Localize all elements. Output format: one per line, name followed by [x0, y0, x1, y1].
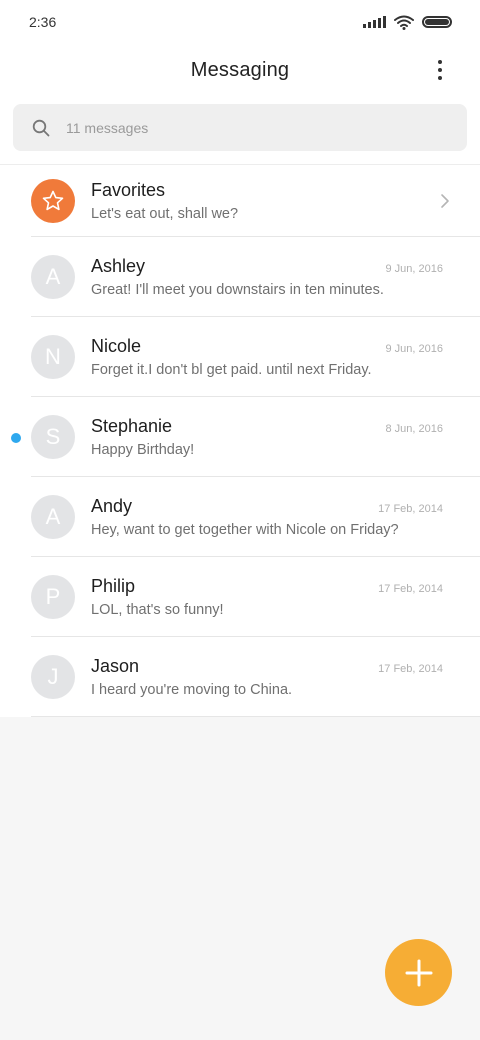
conversation-list: Favorites Let's eat out, shall we? A Ash… — [0, 164, 480, 717]
new-message-button[interactable] — [385, 939, 452, 1006]
more-vertical-icon[interactable] — [430, 58, 450, 82]
avatar: N — [31, 335, 75, 379]
conversation-item-ashley[interactable]: A Ashley 9 Jun, 2016 Great! I'll meet you… — [0, 237, 480, 317]
search-input[interactable] — [66, 119, 366, 136]
wifi-icon — [394, 15, 414, 30]
conversation-content: Jason 17 Feb, 2014 I heard you're moving … — [91, 656, 480, 698]
star-icon — [42, 190, 64, 211]
favorites-avatar — [31, 179, 75, 223]
contact-name: Philip — [91, 576, 136, 596]
message-date: 8 Jun, 2016 — [385, 423, 444, 435]
status-time: 2:36 — [29, 14, 57, 30]
message-preview: Happy Birthday! — [91, 442, 195, 458]
conversation-item-andy[interactable]: A Andy 17 Feb, 2014 Hey, want to get toge… — [0, 477, 480, 557]
status-icons — [363, 15, 452, 30]
conversation-content: Philip 17 Feb, 2014 LOL, that's so funny! — [91, 576, 480, 618]
message-date: 17 Feb, 2014 — [378, 663, 443, 675]
conversation-item-philip[interactable]: P Philip 17 Feb, 2014 LOL, that's so funn… — [0, 557, 480, 637]
avatar: A — [31, 495, 75, 539]
search-bar-container — [0, 96, 480, 164]
contact-name: Nicole — [91, 336, 142, 356]
favorites-item[interactable]: Favorites Let's eat out, shall we? — [0, 165, 480, 237]
favorites-content: Favorites Let's eat out, shall we? — [91, 180, 480, 222]
message-preview: Forget it.I don't bl get paid. until nex… — [91, 362, 372, 378]
message-date: 9 Jun, 2016 — [385, 343, 444, 355]
message-preview: Hey, want to get together with Nicole on… — [91, 522, 399, 538]
message-preview: I heard you're moving to China. — [91, 682, 293, 698]
plus-icon — [405, 959, 432, 986]
message-date: 17 Feb, 2014 — [378, 583, 443, 595]
contact-name: Andy — [91, 496, 133, 516]
conversation-item-nicole[interactable]: N Nicole 9 Jun, 2016 Forget it.I don't bl… — [0, 317, 480, 397]
avatar: S — [31, 415, 75, 459]
favorites-preview: Let's eat out, shall we? — [91, 206, 239, 222]
top-area: 2:36 Messaging — [0, 0, 480, 164]
status-bar: 2:36 — [0, 0, 480, 44]
search-bar[interactable] — [13, 104, 467, 151]
search-icon — [32, 119, 50, 136]
avatar: A — [31, 255, 75, 299]
avatar: P — [31, 575, 75, 619]
message-preview: LOL, that's so funny! — [91, 602, 224, 618]
conversation-content: Nicole 9 Jun, 2016 Forget it.I don't bl g… — [91, 336, 480, 378]
message-date: 17 Feb, 2014 — [378, 503, 443, 515]
chevron-right-icon — [441, 194, 449, 208]
page-title: Messaging — [190, 58, 290, 81]
conversation-item-stephanie[interactable]: S Stephanie 8 Jun, 2016 Happy Birthday! — [0, 397, 480, 477]
conversation-content: Stephanie 8 Jun, 2016 Happy Birthday! — [91, 416, 480, 458]
contact-name: Jason — [91, 656, 140, 676]
app-header: Messaging — [0, 44, 480, 96]
battery-icon — [422, 16, 452, 28]
contact-name: Ashley — [91, 256, 146, 276]
avatar: J — [31, 655, 75, 699]
signal-icon — [363, 16, 386, 28]
message-date: 9 Jun, 2016 — [385, 263, 444, 275]
unread-indicator — [11, 433, 21, 443]
conversation-item-jason[interactable]: J Jason 17 Feb, 2014 I heard you're movin… — [0, 637, 480, 717]
favorites-name: Favorites — [91, 180, 166, 200]
message-preview: Great! I'll meet you downstairs in ten m… — [91, 282, 384, 298]
conversation-content: Andy 17 Feb, 2014 Hey, want to get togeth… — [91, 496, 480, 538]
conversation-content: Ashley 9 Jun, 2016 Great! I'll meet you d… — [91, 256, 480, 298]
contact-name: Stephanie — [91, 416, 173, 436]
